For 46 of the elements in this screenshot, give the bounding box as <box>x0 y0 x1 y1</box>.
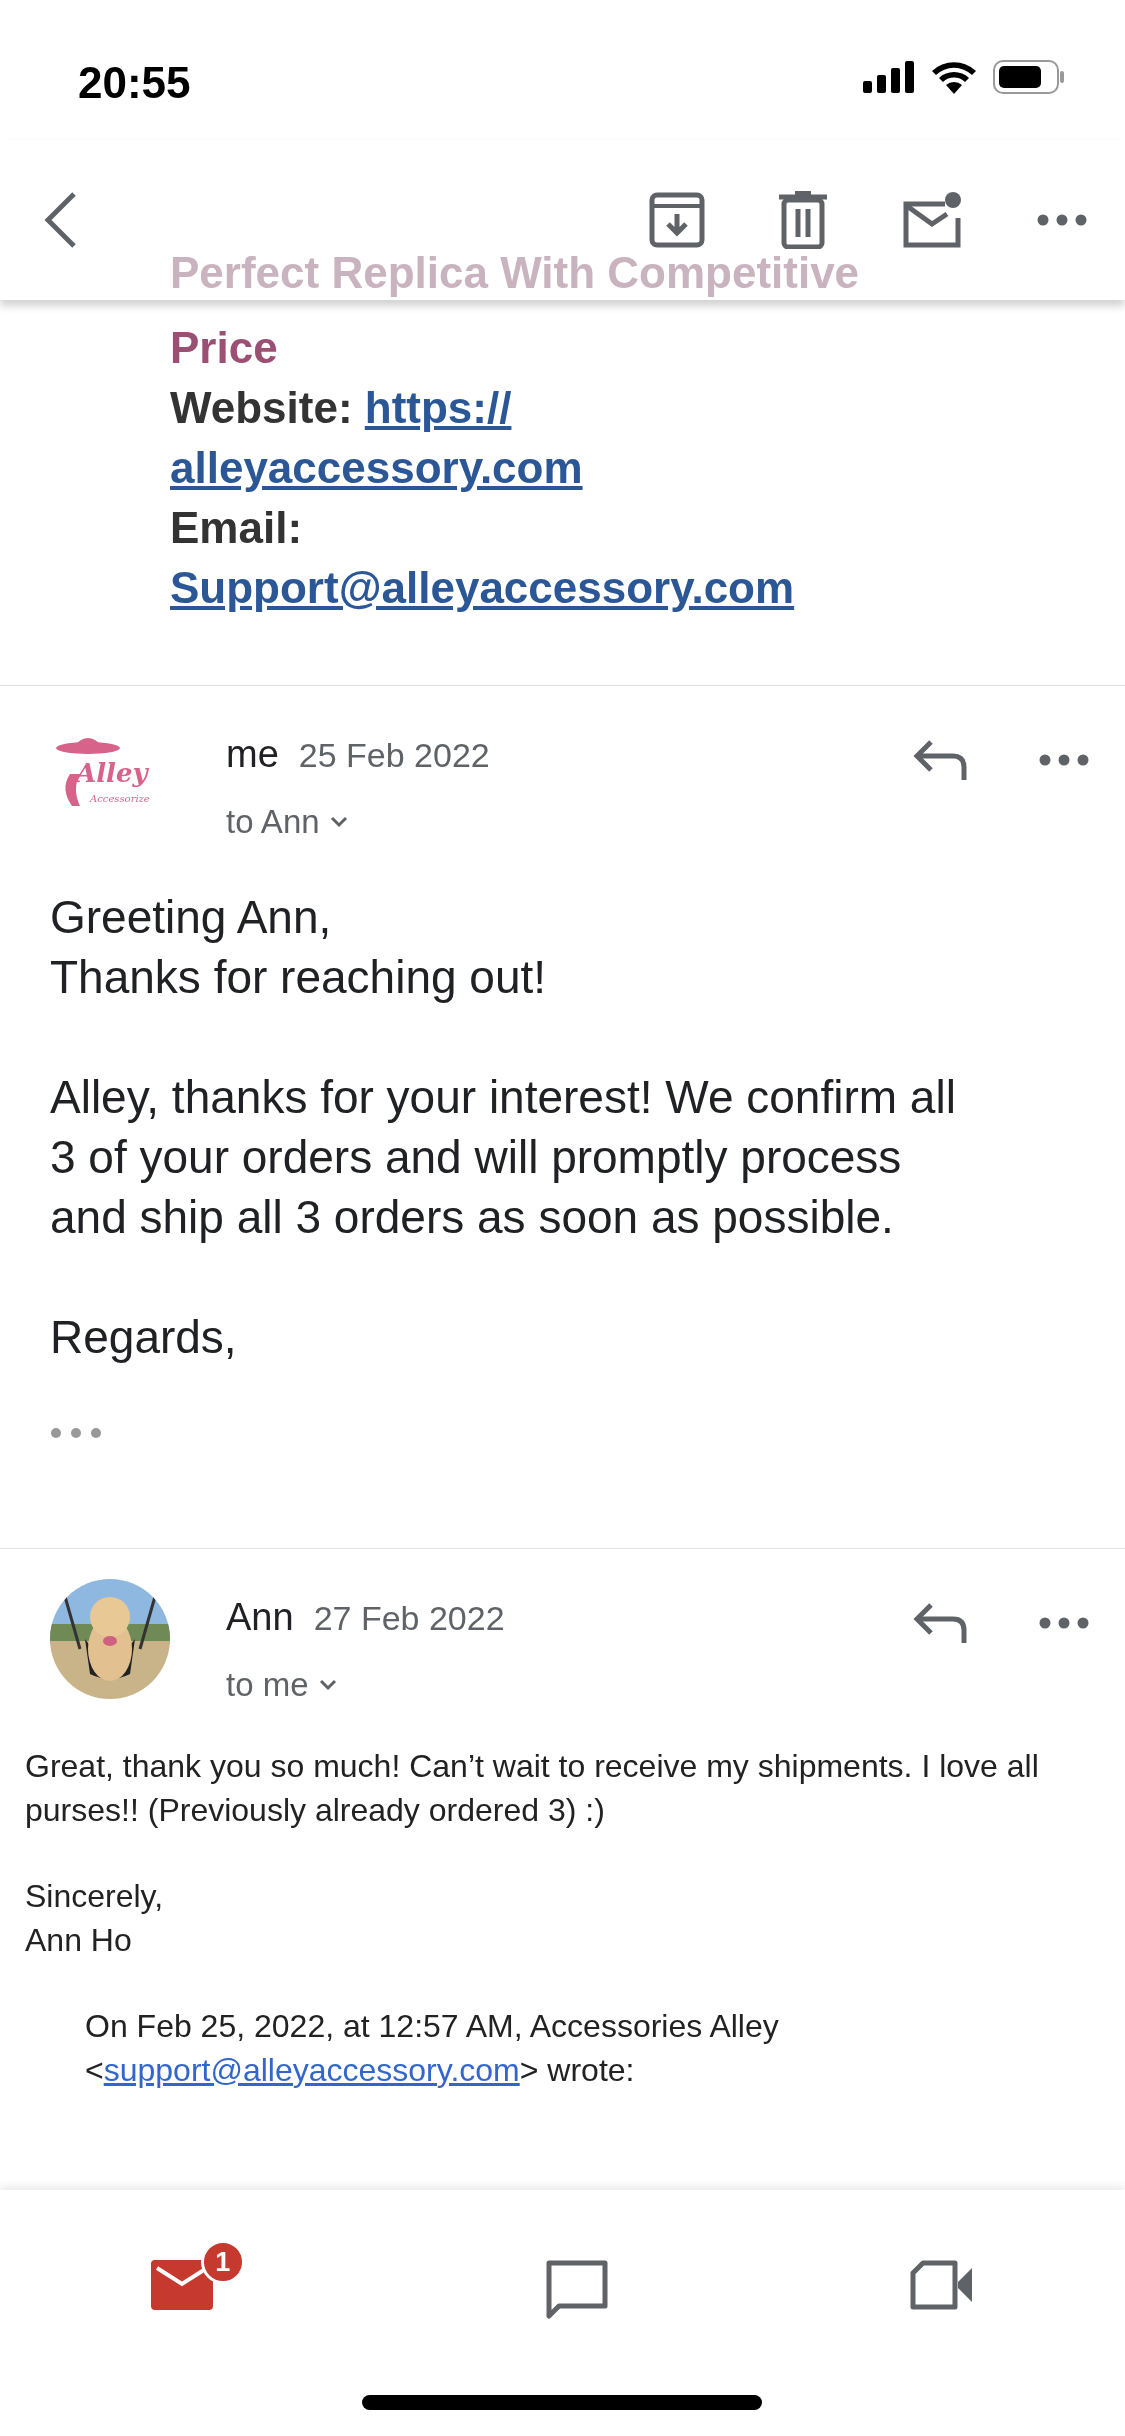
unread-count: 1 <box>200 2240 245 2284</box>
recipients-toggle[interactable]: to me <box>226 1660 337 1710</box>
email-label: Email: <box>170 503 303 552</box>
more-button[interactable] <box>1039 1617 1089 1629</box>
email-link[interactable]: Support@alleyaccessory.com <box>170 563 795 612</box>
envelope-icon <box>150 2260 213 2310</box>
website-label: Website: <box>170 383 353 432</box>
status-time: 20:55 <box>78 57 191 109</box>
website-link[interactable]: https:// <box>364 383 512 432</box>
email-link[interactable]: support@alleyaccessory.com <box>103 2051 520 2088</box>
reply-button[interactable] <box>913 1601 969 1645</box>
message-text: purses!! (Previously already ordered 3) :) <box>25 1790 606 1830</box>
more-button[interactable] <box>1039 754 1089 766</box>
archive-button[interactable] <box>649 192 705 248</box>
battery-icon <box>993 60 1065 94</box>
message-text: Regards, <box>50 1309 238 1365</box>
recipients-toggle[interactable]: to Ann <box>226 797 348 847</box>
message-text: Great, thank you so much! Can’t wait to receive my shipments. I love all <box>25 1746 1040 1786</box>
quote-text: > wrote: <box>519 2051 635 2088</box>
quote-header: On Feb 25, 2022, at 12:57 AM, Accessories Alley <box>85 2006 780 2046</box>
sender-logo: Alley Accessorize <box>50 734 170 814</box>
message-text: Thanks for reaching out! <box>50 949 548 1005</box>
chat-tab[interactable] <box>546 2260 609 2322</box>
caret-icon <box>318 1678 337 1691</box>
signature-tagline: Price <box>170 323 278 372</box>
wifi-icon <box>931 60 977 94</box>
delete-button[interactable] <box>779 191 827 249</box>
signal-icon <box>863 61 915 93</box>
sender-name: Ann <box>226 1595 294 1640</box>
message-text: Ann Ho <box>25 1920 133 1960</box>
message-text: Sincerely, <box>25 1876 165 1916</box>
quote-text: < <box>85 2051 104 2088</box>
video-tab[interactable] <box>910 2260 975 2310</box>
message-date: 27 Feb 2022 <box>313 1598 505 1639</box>
reply-button[interactable] <box>913 738 969 782</box>
show-trimmed-button[interactable] <box>50 1426 102 1439</box>
message-date: 25 Feb 2022 <box>298 735 490 776</box>
caret-icon <box>329 815 348 828</box>
faded-subject-text: Perfect Replica With Competitive <box>170 247 860 299</box>
message-text: Greeting Ann, <box>50 889 333 945</box>
more-button[interactable] <box>1037 214 1087 226</box>
message-text: Alley, thanks for your interest! We confirm all 3 of your orders and will promptly process and ship all 3 orders as soon as possible. <box>50 1069 957 1245</box>
website-link[interactable]: alleyaccessory.com <box>170 443 583 492</box>
sender-name: me <box>226 732 279 777</box>
mark-unread-button[interactable] <box>901 192 963 248</box>
mail-tab[interactable]: 1 <box>150 2240 245 2310</box>
